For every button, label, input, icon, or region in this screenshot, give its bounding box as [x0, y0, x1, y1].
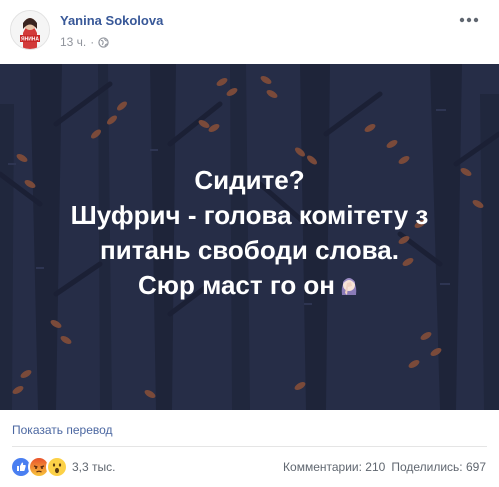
facebook-post: ЯНИНА Yanina Sokolova 13 ч. · Сидите? Шу…: [0, 0, 499, 487]
wow-reaction: [46, 456, 68, 478]
reactions-count: 3,3 тыс.: [72, 460, 116, 474]
caption-line-4: Сюр маст го он: [137, 270, 336, 300]
post-timestamp[interactable]: 13 ч.: [60, 35, 86, 49]
translate-link[interactable]: Показать перевод: [12, 423, 113, 437]
comments-count[interactable]: Комментарии: 210: [283, 460, 385, 474]
reactions-summary[interactable]: 3,3 тыс.: [10, 456, 116, 478]
wow-icon: [48, 458, 66, 476]
author-avatar[interactable]: ЯНИНА: [10, 10, 50, 50]
globe-icon[interactable]: [98, 36, 109, 48]
caption-line-3: питань свободи слова.: [100, 235, 399, 265]
engagement-stats: Комментарии: 210 Поделились: 697: [283, 460, 486, 474]
post-meta: 13 ч. ·: [60, 35, 109, 49]
svg-text:ЯНИНА: ЯНИНА: [21, 37, 39, 43]
footer-divider: [12, 446, 487, 447]
post-header: ЯНИНА Yanina Sokolova 13 ч. ·: [0, 0, 499, 64]
post-image[interactable]: Сидите? Шуфрич - голова комітету з питан…: [0, 64, 499, 410]
shares-count[interactable]: Поделились: 697: [391, 460, 486, 474]
image-caption: Сидите? Шуфрич - голова комітету з питан…: [0, 163, 499, 303]
caption-line-2: Шуфрич - голова комітету з: [70, 200, 429, 230]
caption-line-1: Сидите?: [194, 165, 305, 195]
caption-line-4-wrapper: Сюр маст го он: [0, 268, 499, 303]
woman-facepalming-icon: [341, 278, 357, 295]
meta-separator: ·: [90, 35, 95, 49]
more-options-icon: [459, 17, 479, 23]
more-options-button[interactable]: [457, 12, 481, 28]
author-name[interactable]: Yanina Sokolova: [60, 13, 163, 28]
avatar-image: ЯНИНА: [11, 11, 49, 49]
